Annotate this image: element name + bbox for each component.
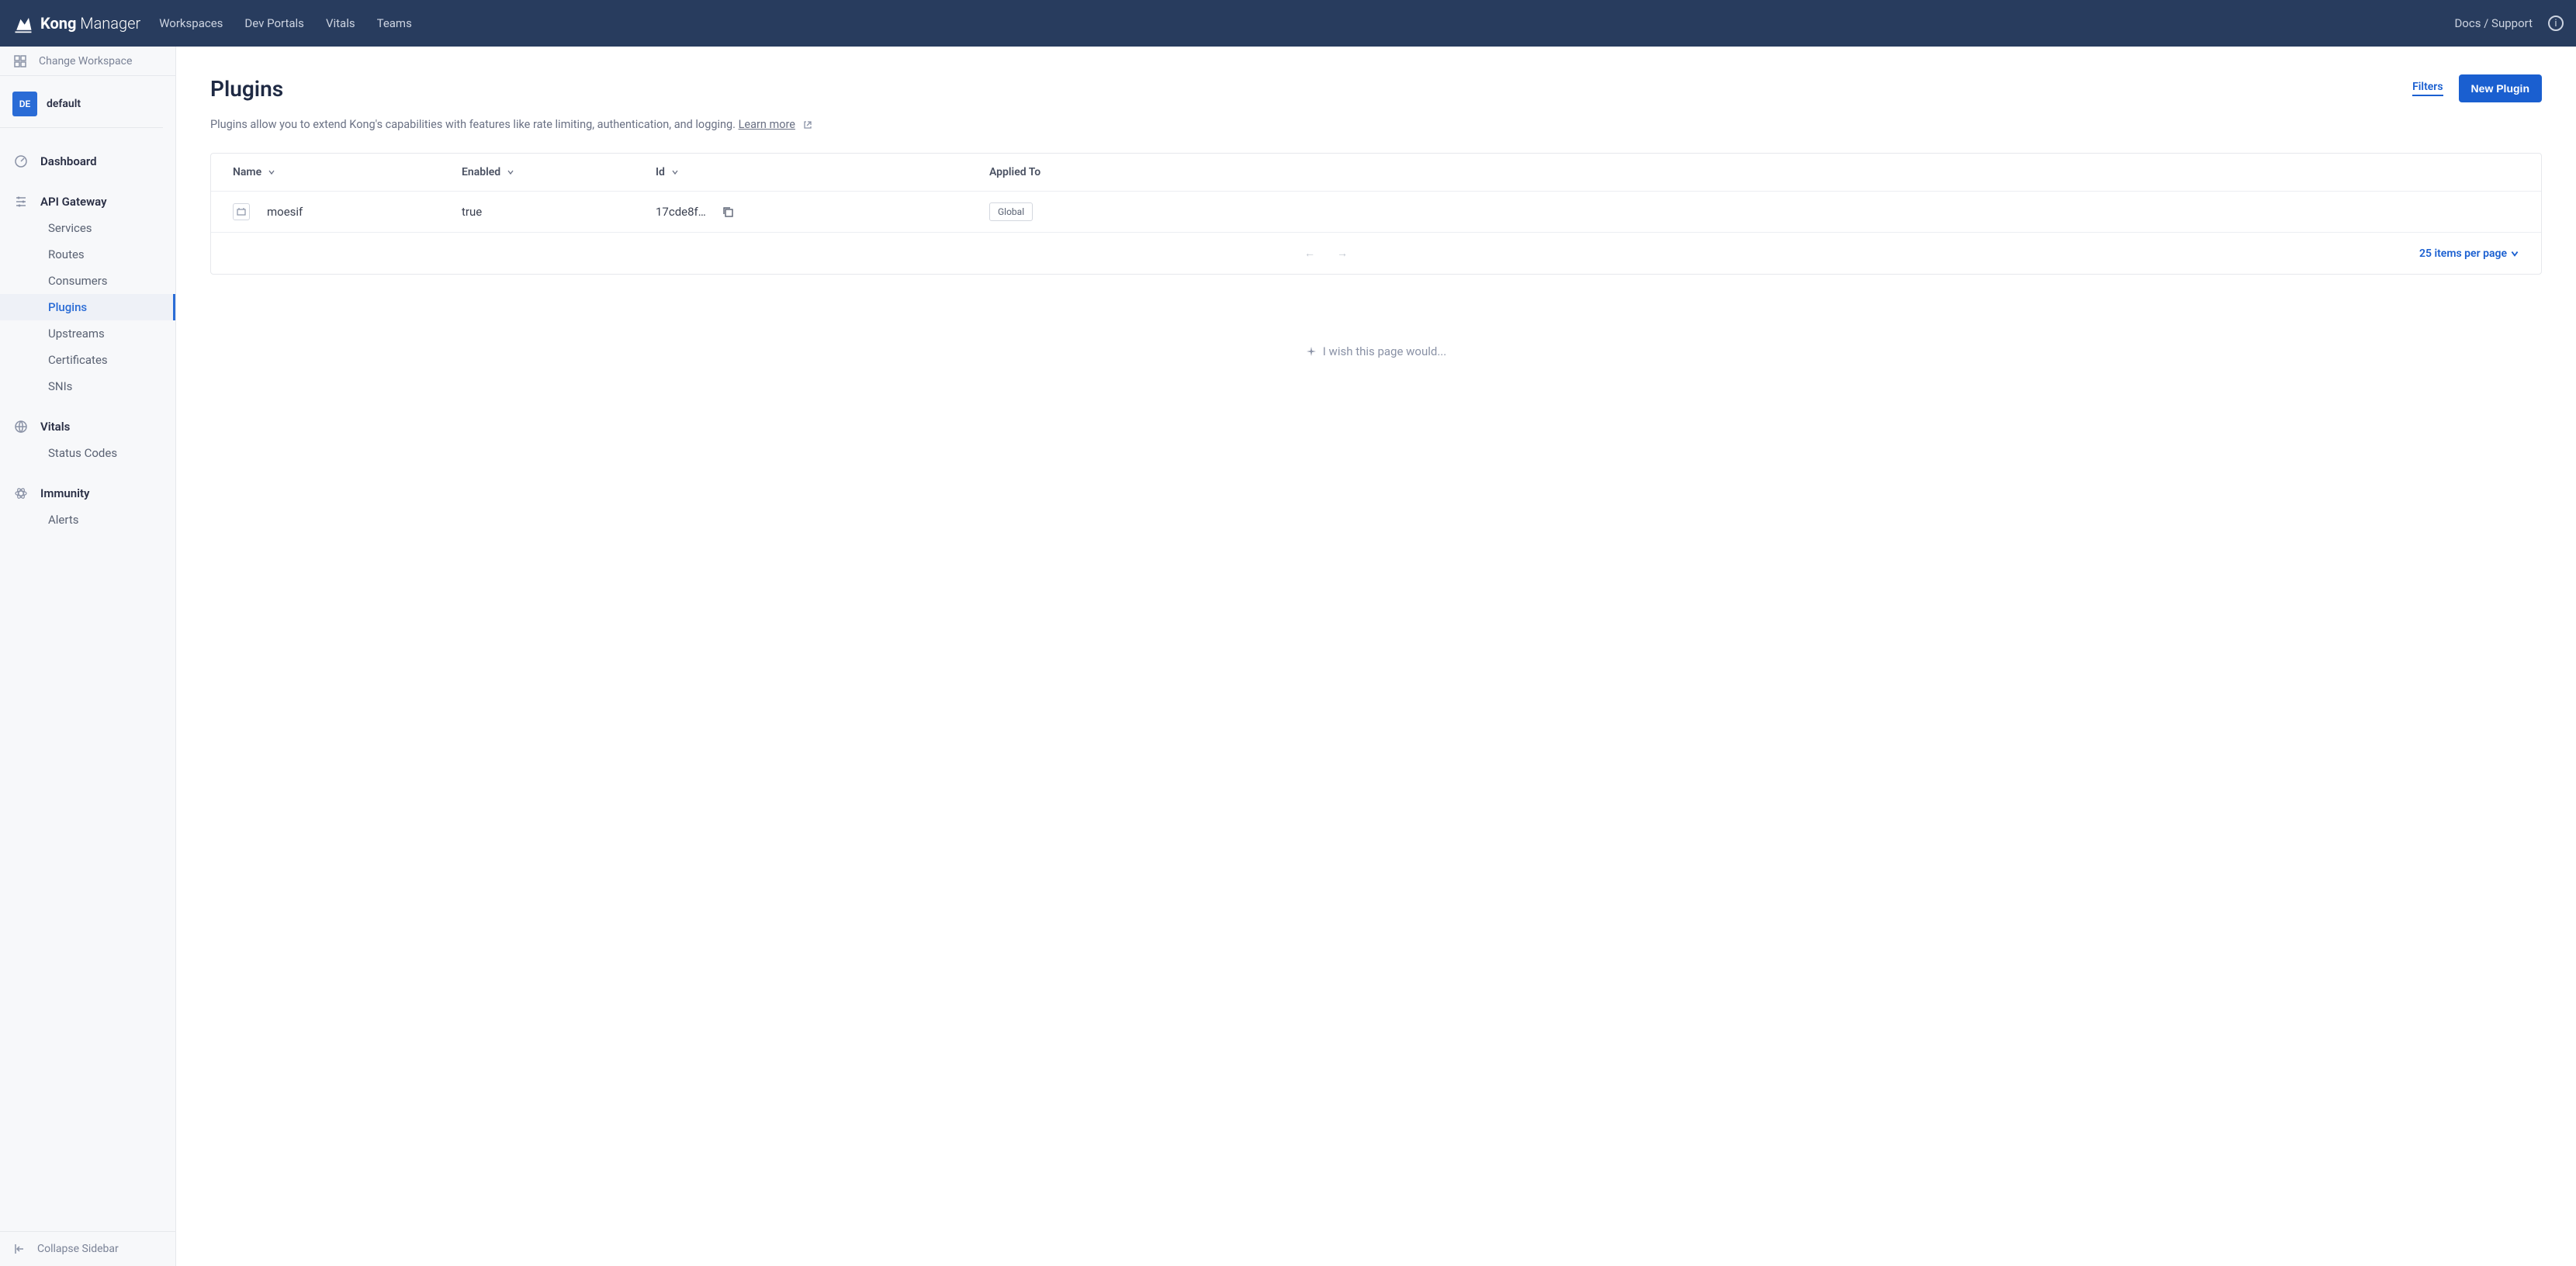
topnav-dev-portals[interactable]: Dev Portals xyxy=(244,16,304,30)
applied-to-badge: Global xyxy=(989,202,1033,221)
collapse-sidebar-label: Collapse Sidebar xyxy=(37,1243,119,1255)
prev-page-button[interactable]: ← xyxy=(1304,247,1315,260)
learn-more-link[interactable]: Learn more xyxy=(739,118,795,131)
column-name[interactable]: Name xyxy=(233,166,462,178)
globe-icon xyxy=(14,420,28,434)
sidebar-immunity-label: Immunity xyxy=(40,486,90,500)
topnav-vitals[interactable]: Vitals xyxy=(326,16,355,30)
logo[interactable]: Kong Manager xyxy=(12,12,140,34)
topnav: Workspaces Dev Portals Vitals Teams xyxy=(159,16,412,30)
table-row[interactable]: moesif true 17cde8f… Global xyxy=(211,191,2541,232)
sidebar-item-plugins[interactable]: Plugins xyxy=(0,294,175,320)
sidebar-item-status-codes[interactable]: Status Codes xyxy=(0,440,175,466)
sidebar-dashboard-label: Dashboard xyxy=(40,154,97,168)
sidebar-vitals[interactable]: Vitals xyxy=(0,413,175,440)
grid-icon xyxy=(14,55,26,67)
next-page-button[interactable]: → xyxy=(1337,247,1348,260)
page-description: Plugins allow you to extend Kong's capab… xyxy=(210,118,2542,131)
gauge-icon xyxy=(14,154,28,168)
sidebar-immunity[interactable]: Immunity xyxy=(0,480,175,507)
topbar: Kong Manager Workspaces Dev Portals Vita… xyxy=(0,0,2576,47)
plugin-icon xyxy=(233,203,250,220)
sidebar-dashboard[interactable]: Dashboard xyxy=(0,148,175,175)
change-workspace-button[interactable]: Change Workspace xyxy=(0,47,175,76)
topnav-teams[interactable]: Teams xyxy=(377,16,412,30)
sidebar-item-snis[interactable]: SNIs xyxy=(0,373,175,400)
chevron-down-icon xyxy=(671,168,679,176)
info-icon[interactable]: i xyxy=(2548,16,2564,31)
sidebar-api-gateway[interactable]: API Gateway xyxy=(0,189,175,215)
column-enabled[interactable]: Enabled xyxy=(462,166,656,178)
chevron-down-icon xyxy=(268,168,275,176)
chevron-down-icon xyxy=(507,168,514,176)
filters-button[interactable]: Filters xyxy=(2412,81,2443,96)
chevron-down-icon xyxy=(2510,249,2519,258)
atom-icon xyxy=(14,486,28,500)
sparkle-icon xyxy=(1306,346,1317,357)
external-link-icon xyxy=(803,120,812,130)
sidebar-vitals-label: Vitals xyxy=(40,420,70,434)
collapse-sidebar-button[interactable]: Collapse Sidebar xyxy=(0,1231,175,1266)
docs-support-link[interactable]: Docs / Support xyxy=(2454,16,2533,30)
sidebar-item-routes[interactable]: Routes xyxy=(0,241,175,268)
feedback-prompt[interactable]: I wish this page would... xyxy=(210,344,2542,358)
workspace-badge: DE xyxy=(12,92,37,116)
items-per-page-selector[interactable]: 25 items per page xyxy=(2419,247,2519,260)
plugin-enabled: true xyxy=(462,205,482,219)
topbar-right: Docs / Support i xyxy=(2454,16,2564,31)
workspace-name: default xyxy=(47,98,81,110)
column-applied-to: Applied To xyxy=(989,166,2519,178)
new-plugin-button[interactable]: New Plugin xyxy=(2459,74,2542,102)
logo-text: Kong Manager xyxy=(40,14,140,33)
table-footer: ← → 25 items per page xyxy=(211,232,2541,274)
workspace-selector[interactable]: DE default xyxy=(0,81,163,128)
sidebar-api-gateway-label: API Gateway xyxy=(40,195,107,209)
sidebar-item-certificates[interactable]: Certificates xyxy=(0,347,175,373)
column-id[interactable]: Id xyxy=(656,166,989,178)
page-title: Plugins xyxy=(210,76,283,102)
collapse-icon xyxy=(14,1243,26,1255)
sidebar-item-alerts[interactable]: Alerts xyxy=(0,507,175,533)
sidebar-item-services[interactable]: Services xyxy=(0,215,175,241)
table-header: Name Enabled Id Applied To xyxy=(211,154,2541,191)
sidebar: Change Workspace DE default Dashboard AP… xyxy=(0,47,176,1266)
sidebar-item-consumers[interactable]: Consumers xyxy=(0,268,175,294)
copy-icon[interactable] xyxy=(722,206,734,218)
sidebar-item-upstreams[interactable]: Upstreams xyxy=(0,320,175,347)
kong-logo-icon xyxy=(12,12,34,34)
change-workspace-label: Change Workspace xyxy=(39,55,132,67)
plugin-name: moesif xyxy=(267,205,303,219)
sliders-icon xyxy=(14,195,28,209)
pagination: ← → xyxy=(233,247,2419,260)
plugin-id: 17cde8f… xyxy=(656,205,706,219)
main-content: Plugins Filters New Plugin Plugins allow… xyxy=(176,47,2576,1266)
plugins-table: Name Enabled Id Applied To moesif true 1… xyxy=(210,153,2542,275)
topnav-workspaces[interactable]: Workspaces xyxy=(159,16,223,30)
